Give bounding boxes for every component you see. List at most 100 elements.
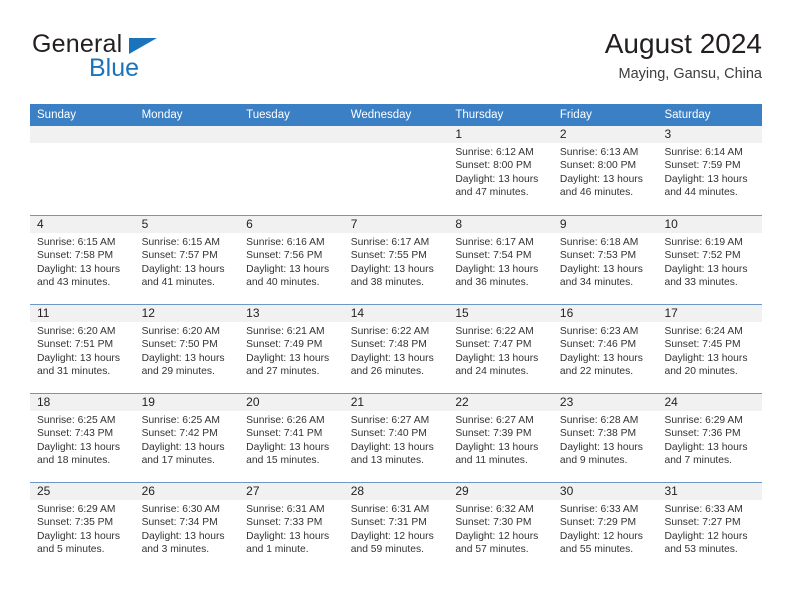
day-cell[interactable]: 8 Sunrise: 6:17 AM Sunset: 7:54 PM Daylight…	[448, 216, 553, 304]
sunset-time: Sunset: 7:50 PM	[141, 339, 218, 351]
day-number-strip: 11	[30, 305, 135, 322]
day-cell[interactable]: 13 Sunrise: 6:21 AM Sunset: 7:49 PM Dayligh…	[239, 305, 344, 393]
daylight-duration-line2: and 40 minutes.	[246, 276, 320, 288]
day-cell[interactable]: 10 Sunrise: 6:19 AM Sunset: 7:52 PM Dayligh…	[657, 216, 763, 304]
day-number: 31	[664, 484, 678, 498]
day-sun-info: Sunrise: 6:18 AM Sunset: 7:53 PM Daylight:…	[553, 233, 658, 289]
day-number: 11	[37, 306, 50, 320]
day-cell[interactable]: 26 Sunrise: 6:30 AM Sunset: 7:34 PM Dayligh…	[134, 483, 240, 571]
daylight-duration-line1: Daylight: 13 hours	[559, 173, 643, 185]
sunrise-time: Sunrise: 6:25 AM	[141, 415, 220, 426]
day-cell[interactable]: 15 Sunrise: 6:22 AM Sunset: 7:47 PM Dayligh…	[448, 305, 553, 393]
sunset-time: Sunset: 7:43 PM	[37, 428, 114, 440]
day-cell[interactable]: 27 Sunrise: 6:31 AM Sunset: 7:33 PM Dayligh…	[239, 483, 344, 571]
day-sun-info: Sunrise: 6:22 AM Sunset: 7:48 PM Daylight:…	[344, 322, 449, 378]
day-sun-info: Sunrise: 6:15 AM Sunset: 7:58 PM Daylight:…	[30, 233, 135, 289]
day-sun-info: Sunrise: 6:17 AM Sunset: 7:54 PM Daylight:…	[448, 233, 553, 289]
general-blue-logo[interactable]: General Blue	[30, 28, 290, 90]
day-cell[interactable]: 23 Sunrise: 6:28 AM Sunset: 7:38 PM Dayligh…	[552, 394, 658, 482]
day-sun-info: Sunrise: 6:27 AM Sunset: 7:40 PM Daylight:…	[344, 411, 449, 467]
weekday-saturday: Saturday	[664, 109, 711, 121]
day-number: 28	[350, 484, 365, 498]
day-cell[interactable]: 22 Sunrise: 6:27 AM Sunset: 7:39 PM Dayligh…	[448, 394, 553, 482]
day-cell[interactable]: 17 Sunrise: 6:24 AM Sunset: 7:45 PM Dayligh…	[657, 305, 763, 393]
weekday-thursday: Thursday	[455, 109, 504, 121]
day-number-strip: 20	[239, 394, 344, 411]
daylight-duration-line2: and 3 minutes.	[141, 543, 210, 555]
day-number: 29	[455, 484, 469, 498]
sunrise-time: Sunrise: 6:18 AM	[559, 237, 639, 248]
weekday-friday: Friday	[559, 109, 592, 121]
sunrise-time: Sunrise: 6:33 AM	[559, 504, 639, 515]
daylight-duration-line1: Daylight: 13 hours	[664, 173, 748, 185]
day-cell[interactable]: 31 Sunrise: 6:33 AM Sunset: 7:27 PM Dayligh…	[657, 483, 763, 571]
day-sun-info: Sunrise: 6:17 AM Sunset: 7:55 PM Daylight:…	[344, 233, 449, 289]
day-number: 9	[559, 217, 567, 231]
day-sun-info: Sunrise: 6:12 AM Sunset: 8:00 PM Daylight:…	[448, 143, 553, 199]
daylight-duration-line1: Daylight: 13 hours	[350, 352, 434, 364]
day-number: 22	[455, 395, 469, 409]
day-sun-info: Sunrise: 6:25 AM Sunset: 7:42 PM Daylight:…	[135, 411, 240, 467]
sunset-time: Sunset: 7:45 PM	[664, 339, 741, 351]
day-cell[interactable]: 5 Sunrise: 6:15 AM Sunset: 7:57 PM Daylight…	[134, 216, 240, 304]
day-number: 17	[664, 306, 678, 320]
day-sun-info: Sunrise: 6:22 AM Sunset: 7:47 PM Daylight:…	[448, 322, 553, 378]
daylight-duration-line1: Daylight: 13 hours	[37, 352, 120, 364]
day-sun-info: Sunrise: 6:15 AM Sunset: 7:57 PM Daylight:…	[135, 233, 240, 289]
day-cell[interactable]: 25 Sunrise: 6:29 AM Sunset: 7:35 PM Dayligh…	[30, 483, 135, 571]
day-sun-info: Sunrise: 6:13 AM Sunset: 8:00 PM Daylight:…	[553, 143, 658, 199]
day-cell[interactable]: 7 Sunrise: 6:17 AM Sunset: 7:55 PM Daylight…	[343, 216, 449, 304]
day-cell[interactable]: 4 Sunrise: 6:15 AM Sunset: 7:58 PM Daylight…	[30, 216, 135, 304]
day-number: 13	[246, 306, 260, 320]
day-cell[interactable]: 11 Sunrise: 6:20 AM Sunset: 7:51 PM Dayligh…	[30, 305, 135, 393]
day-cell[interactable]: 14 Sunrise: 6:22 AM Sunset: 7:48 PM Dayligh…	[343, 305, 449, 393]
day-cell[interactable]: 29 Sunrise: 6:32 AM Sunset: 7:30 PM Dayligh…	[448, 483, 553, 571]
day-sun-info: Sunrise: 6:27 AM Sunset: 7:39 PM Daylight:…	[448, 411, 553, 467]
day-cell[interactable]: 12 Sunrise: 6:20 AM Sunset: 7:50 PM Dayligh…	[134, 305, 240, 393]
sunset-time: Sunset: 7:55 PM	[350, 250, 427, 262]
day-number: 5	[141, 217, 149, 231]
day-cell[interactable]: 21 Sunrise: 6:27 AM Sunset: 7:40 PM Dayligh…	[343, 394, 449, 482]
day-cell[interactable]: 19 Sunrise: 6:25 AM Sunset: 7:42 PM Dayligh…	[134, 394, 240, 482]
day-cell[interactable]: 6 Sunrise: 6:16 AM Sunset: 7:56 PM Daylight…	[239, 216, 344, 304]
day-cell[interactable]: 20 Sunrise: 6:26 AM Sunset: 7:41 PM Dayligh…	[239, 394, 344, 482]
daylight-duration-line2: and 27 minutes.	[246, 365, 320, 377]
sunset-time: Sunset: 7:56 PM	[246, 250, 323, 262]
day-number-strip: 30	[552, 483, 658, 500]
day-sun-info: Sunrise: 6:29 AM Sunset: 7:35 PM Daylight:…	[30, 500, 135, 556]
sunset-time: Sunset: 7:47 PM	[455, 339, 532, 351]
daylight-duration-line2: and 22 minutes.	[559, 365, 634, 377]
day-sun-info: Sunrise: 6:24 AM Sunset: 7:45 PM Daylight:…	[657, 322, 762, 378]
day-cell[interactable]: 24 Sunrise: 6:29 AM Sunset: 7:36 PM Dayligh…	[657, 394, 763, 482]
sunset-time: Sunset: 7:58 PM	[37, 250, 114, 262]
sunset-time: Sunset: 7:57 PM	[141, 250, 218, 262]
daylight-duration-line2: and 36 minutes.	[455, 276, 529, 288]
day-cell[interactable]: 1 Sunrise: 6:12 AM Sunset: 8:00 PM Daylight…	[448, 126, 553, 215]
calendar-week-row: 25 Sunrise: 6:29 AM Sunset: 7:35 PM Dayligh…	[30, 482, 763, 571]
day-cell[interactable]: 2 Sunrise: 6:13 AM Sunset: 8:00 PM Daylight…	[552, 126, 658, 215]
day-sun-info: Sunrise: 6:33 AM Sunset: 7:29 PM Daylight:…	[553, 500, 658, 556]
sunrise-time: Sunrise: 6:29 AM	[664, 415, 743, 426]
day-number-strip: 8	[448, 216, 553, 233]
sunrise-time: Sunrise: 6:31 AM	[246, 504, 325, 515]
day-cell[interactable]: 3 Sunrise: 6:14 AM Sunset: 7:59 PM Daylight…	[657, 126, 763, 215]
calendar-week-row: 4 Sunrise: 6:15 AM Sunset: 7:58 PM Daylight…	[30, 215, 763, 304]
daylight-duration-line2: and 53 minutes.	[664, 543, 738, 555]
daylight-duration-line1: Daylight: 13 hours	[246, 352, 330, 364]
day-number-strip: 16	[552, 305, 658, 322]
day-number-strip: 5	[134, 216, 240, 233]
sunset-time: Sunset: 7:48 PM	[350, 339, 427, 351]
day-number-strip: 21	[343, 394, 449, 411]
day-number-strip: 15	[448, 305, 553, 322]
day-cell[interactable]: 30 Sunrise: 6:33 AM Sunset: 7:29 PM Dayligh…	[552, 483, 658, 571]
day-number: 16	[559, 306, 574, 320]
day-cell[interactable]: 28 Sunrise: 6:31 AM Sunset: 7:31 PM Dayligh…	[343, 483, 449, 571]
day-number: 1	[455, 127, 462, 141]
day-number: 26	[141, 484, 155, 498]
day-cell[interactable]: 18 Sunrise: 6:25 AM Sunset: 7:43 PM Dayligh…	[30, 394, 135, 482]
day-cell[interactable]: 16 Sunrise: 6:23 AM Sunset: 7:46 PM Dayligh…	[552, 305, 658, 393]
daylight-duration-line1: Daylight: 13 hours	[350, 263, 434, 275]
day-cell[interactable]: 9 Sunrise: 6:18 AM Sunset: 7:53 PM Daylight…	[552, 216, 658, 304]
sunset-time: Sunset: 7:31 PM	[350, 517, 427, 529]
sunrise-time: Sunrise: 6:23 AM	[559, 326, 639, 337]
